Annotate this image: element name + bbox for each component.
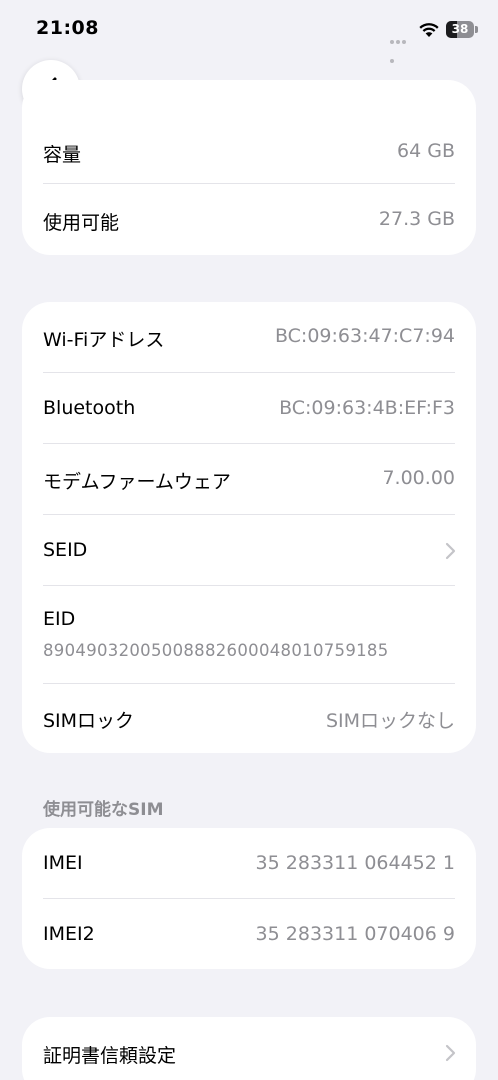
sim-lock-label: SIMロック [43,710,135,732]
cellular-signal-icon [390,29,412,63]
bluetooth-value: BC:09:63:4B:EF:F3 [279,397,455,419]
eid-label: EID [43,608,76,630]
battery-percentage: 38 [451,22,469,36]
chevron-right-icon [445,1044,456,1062]
bluetooth-label: Bluetooth [43,397,136,419]
cert-trust-settings-row[interactable]: 証明書信頼設定 [22,1017,476,1080]
status-bar: 21:08 38 [0,0,498,63]
eid-value: 89049032005008882600048010759185 [43,641,389,660]
capacity-value: 64 GB [397,140,455,162]
wifi-address-row: Wi-Fiアドレス BC:09:63:47:C7:94 [22,302,476,372]
section-header-available-sim: 使用可能なSIM [43,800,164,820]
imei-value: 35 283311 064452 1 [255,852,455,874]
battery-icon: 38 [446,21,478,38]
status-time: 21:08 [36,17,99,39]
imei2-label: IMEI2 [43,923,95,945]
wifi-icon [419,23,439,37]
about-screen: 21:08 38 情報 容量 64 GB 使用可能 27.3 GB [0,0,498,1080]
sim-group: IMEI 35 283311 064452 1 IMEI2 35 283311 … [22,828,476,969]
wifi-address-value: BC:09:63:47:C7:94 [274,325,455,347]
cert-trust-label: 証明書信頼設定 [43,1045,177,1067]
imei2-row: IMEI2 35 283311 070406 9 [22,899,476,969]
seid-label: SEID [43,539,88,561]
storage-group: 容量 64 GB 使用可能 27.3 GB [22,80,476,255]
imei-label: IMEI [43,852,83,874]
modem-firmware-label: モデムファームウェア [43,471,231,493]
modem-firmware-value: 7.00.00 [382,467,455,489]
bluetooth-row: Bluetooth BC:09:63:4B:EF:F3 [22,373,476,443]
capacity-label: 容量 [43,144,82,166]
modem-firmware-row: モデムファームウェア 7.00.00 [22,444,476,514]
network-info-group: Wi-Fiアドレス BC:09:63:47:C7:94 Bluetooth BC… [22,302,476,753]
available-label: 使用可能 [43,212,120,234]
wifi-address-label: Wi-Fiアドレス [43,329,165,351]
cert-trust-group: 証明書信頼設定 [22,1017,476,1080]
sim-lock-value: SIMロックなし [325,710,455,732]
available-row: 使用可能 27.3 GB [22,184,476,254]
imei2-value: 35 283311 070406 9 [255,923,455,945]
eid-row: EID 89049032005008882600048010759185 [22,586,476,683]
seid-row[interactable]: SEID [22,515,476,585]
chevron-right-icon [445,542,456,560]
available-value: 27.3 GB [378,208,455,230]
sim-lock-row: SIMロック SIMロックなし [22,684,476,753]
imei-row: IMEI 35 283311 064452 1 [22,828,476,898]
